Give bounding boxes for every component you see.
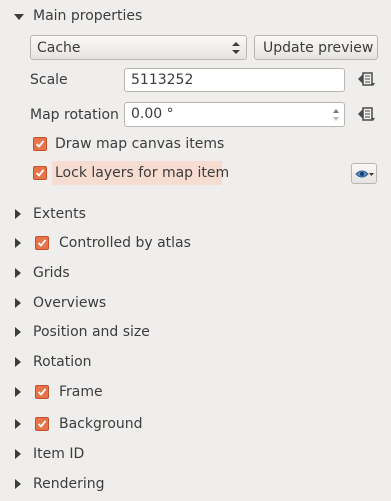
section-label[interactable]: Overviews [33, 294, 106, 312]
scale-value: 5113252 [131, 72, 194, 88]
section-label[interactable]: Grids [33, 264, 70, 282]
draw-canvas-label[interactable]: Draw map canvas items [55, 135, 224, 153]
expand-arrow-icon[interactable] [15, 449, 21, 459]
preview-mode-combo[interactable]: Cache [30, 35, 247, 60]
section-label[interactable]: Frame [59, 383, 103, 401]
lock-layers-checkbox[interactable] [33, 166, 47, 180]
section-checkbox[interactable] [35, 385, 49, 399]
expand-arrow-icon[interactable] [15, 387, 21, 397]
expand-arrow-icon[interactable] [15, 479, 21, 489]
expand-arrow-icon[interactable] [15, 298, 21, 308]
layer-visibility-presets-button[interactable] [351, 163, 377, 184]
spin-arrows-icon[interactable] [332, 107, 340, 123]
expand-arrow-icon[interactable] [15, 327, 21, 337]
expand-arrow-icon[interactable] [15, 238, 21, 248]
expand-arrow-icon[interactable] [15, 209, 21, 219]
map-rotation-spinbox[interactable]: 0.00 ° [124, 102, 345, 127]
collapse-arrow-icon[interactable] [14, 14, 24, 20]
section-label[interactable]: Position and size [33, 323, 150, 341]
section-label[interactable]: Background [59, 415, 143, 433]
expand-arrow-icon[interactable] [15, 357, 21, 367]
expand-arrow-icon[interactable] [15, 419, 21, 429]
combo-arrows-icon [232, 41, 240, 55]
section-checkbox[interactable] [35, 236, 49, 250]
update-preview-label: Update preview [263, 40, 374, 56]
draw-canvas-checkbox[interactable] [33, 137, 47, 151]
update-preview-button[interactable]: Update preview [254, 35, 378, 60]
section-label[interactable]: Item ID [33, 445, 84, 463]
lock-layers-label[interactable]: Lock layers for map item [55, 164, 229, 182]
scale-label: Scale [30, 72, 68, 88]
section-label[interactable]: Rotation [33, 353, 92, 371]
map-rotation-value: 0.00 ° [131, 106, 174, 122]
preview-mode-value: Cache [37, 40, 81, 56]
rotation-data-defined-icon[interactable] [354, 105, 376, 123]
section-label[interactable]: Controlled by atlas [59, 234, 191, 252]
scale-input[interactable]: 5113252 [124, 68, 345, 92]
section-label[interactable]: Extents [33, 205, 86, 223]
map-rotation-label: Map rotation [30, 107, 119, 123]
expand-arrow-icon[interactable] [15, 268, 21, 278]
section-label[interactable]: Rendering [33, 475, 105, 493]
section-checkbox[interactable] [35, 417, 49, 431]
main-properties-title[interactable]: Main properties [33, 7, 142, 25]
data-defined-override-icon[interactable] [354, 70, 376, 88]
